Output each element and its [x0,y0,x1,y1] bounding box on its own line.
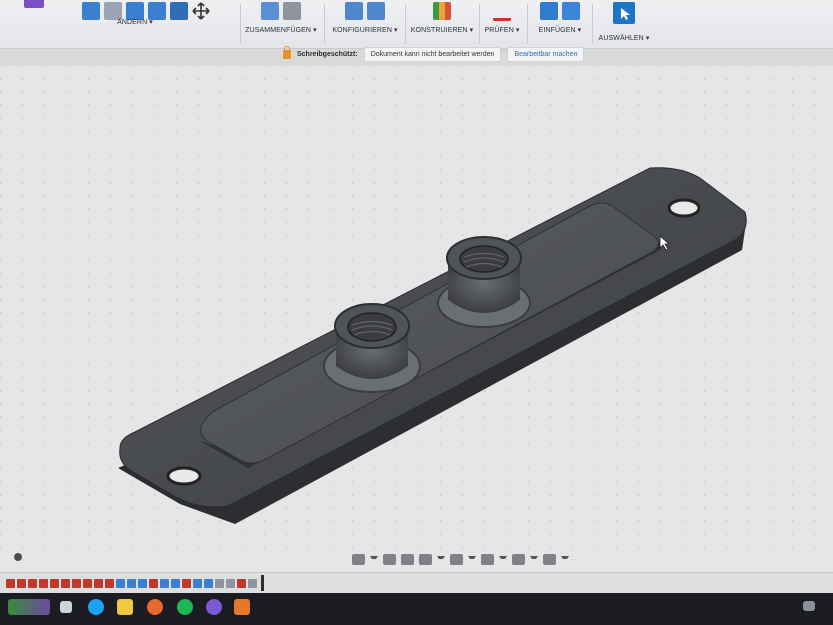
timeline-feature-icon[interactable] [138,578,147,588]
chevron-down-icon[interactable] [437,555,445,563]
lock-icon [283,46,291,59]
timeline-sketch-icon[interactable] [28,578,37,588]
group-aendern[interactable]: ÄNDERN ▾ [58,0,234,48]
group-label-aendern: ÄNDERN ▾ [117,19,153,26]
mounting-hole-right [667,198,701,218]
chat-app-icon[interactable] [206,599,222,615]
group-label-auswaehlen: AUSWÄHLEN ▾ [598,35,650,42]
group-label-konstruieren: KONSTRUIEREN ▾ [410,27,474,34]
settings-dot-icon[interactable] [14,553,22,561]
timeline-feature-icon[interactable] [226,578,235,588]
timeline-feature-icon[interactable] [193,578,202,588]
chevron-down-icon[interactable] [530,555,538,563]
timeline-feature-icon[interactable] [160,578,169,588]
timeline-sketch-icon[interactable] [6,578,15,588]
timeline-feature-icon[interactable] [116,578,125,588]
chevron-down-icon[interactable] [370,555,378,563]
grid-settings-icon[interactable] [512,553,525,565]
banner-message: Dokument kann nicht bearbeitet werden [363,47,502,62]
joint-icon[interactable] [283,2,301,20]
taskbar [0,593,833,625]
group-label-pruefen: PRÜFEN ▾ [484,27,520,34]
thread-hole-1 [347,312,397,342]
timeline-sketch-icon[interactable] [61,578,70,588]
task-view-icon[interactable] [60,601,72,613]
make-editable-button[interactable]: Bearbeitbar machen [507,47,585,62]
timeline-marker[interactable] [261,575,264,591]
group-auswaehlen[interactable]: AUSWÄHLEN ▾ [596,0,652,48]
toolbar-separator [479,4,480,44]
look-at-icon[interactable] [383,553,396,565]
timeline-sketch-icon[interactable] [17,578,26,588]
chevron-down-icon[interactable] [499,555,507,563]
new-component-icon[interactable] [261,2,279,20]
model-render [118,167,747,524]
timeline-sketch-icon[interactable] [50,578,59,588]
widgets-icon[interactable] [8,599,50,615]
timeline-feature-icon[interactable] [204,578,213,588]
pan-icon[interactable] [401,553,414,565]
timeline-sketch-icon[interactable] [83,578,92,588]
mounting-hole-left [166,466,202,486]
cube-icon[interactable] [24,0,44,8]
configure-icon[interactable] [345,2,363,20]
measure-icon[interactable] [493,8,511,21]
file-explorer-icon[interactable] [117,599,133,615]
select-cursor-icon[interactable] [613,2,635,24]
toolbar-separator [527,4,528,44]
group-label-konfigurieren: KONFIGURIEREN ▾ [332,27,398,34]
timeline-sketch-icon[interactable] [94,578,103,588]
group-label-zusammenfuegen: ZUSAMMENFÜGEN ▾ [245,27,317,34]
timeline-feature-icon[interactable] [215,578,224,588]
tray-icon[interactable] [803,601,815,611]
zoom-icon[interactable] [419,553,432,565]
chevron-down-icon[interactable] [561,555,569,563]
toolbar-separator [592,4,593,44]
timeline-feature-icon[interactable] [149,578,158,588]
spotify-icon[interactable] [177,599,193,615]
timeline [0,572,833,593]
orbit-icon[interactable] [352,553,365,565]
toolbar-separator [405,4,406,44]
timeline-feature-icon[interactable] [182,578,191,588]
chevron-down-icon[interactable] [468,555,476,563]
table-icon[interactable] [367,2,385,20]
raised-pad-top [200,202,659,464]
insert-image-icon[interactable] [562,2,580,20]
timeline-sketch-icon[interactable] [105,578,114,588]
group-konfigurieren[interactable]: KONFIGURIEREN ▾ [329,0,401,48]
fusion-app-icon[interactable] [234,599,250,615]
read-only-banner: Schreibgeschützt: Dokument kann nicht be… [283,44,585,65]
navigation-bar [352,551,569,567]
display-settings-icon[interactable] [481,553,494,565]
firefox-icon[interactable] [147,599,163,615]
fit-icon[interactable] [450,553,463,565]
group-zusammenfuegen[interactable]: ZUSAMMENFÜGEN ▾ [243,0,319,48]
viewports-icon[interactable] [543,553,556,565]
edge-icon[interactable] [88,599,104,615]
toolbar: ÄNDERN ▾ ZUSAMMENFÜGEN ▾ KONFIGURIEREN ▾… [0,0,833,49]
timeline-feature-icon[interactable] [237,578,246,588]
insert-derive-icon[interactable] [540,2,558,20]
canvas-viewport[interactable] [0,66,833,572]
timeline-feature-icon[interactable] [171,578,180,588]
timeline-sketch-icon[interactable] [72,578,81,588]
plane-icon[interactable] [433,2,451,20]
timeline-feature-icon[interactable] [127,578,136,588]
timeline-feature-icon[interactable] [248,578,257,588]
group-einfuegen[interactable]: EINFÜGEN ▾ [530,0,590,48]
group-konstruieren[interactable]: KONSTRUIEREN ▾ [408,0,476,48]
group-label-einfuegen: EINFÜGEN ▾ [538,27,582,34]
timeline-sketch-icon[interactable] [39,578,48,588]
group-pruefen[interactable]: PRÜFEN ▾ [481,0,523,48]
toolbar-separator [240,4,241,44]
toolbar-separator [324,4,325,44]
thread-hole-2 [459,245,509,273]
banner-title: Schreibgeschützt: [297,51,358,58]
